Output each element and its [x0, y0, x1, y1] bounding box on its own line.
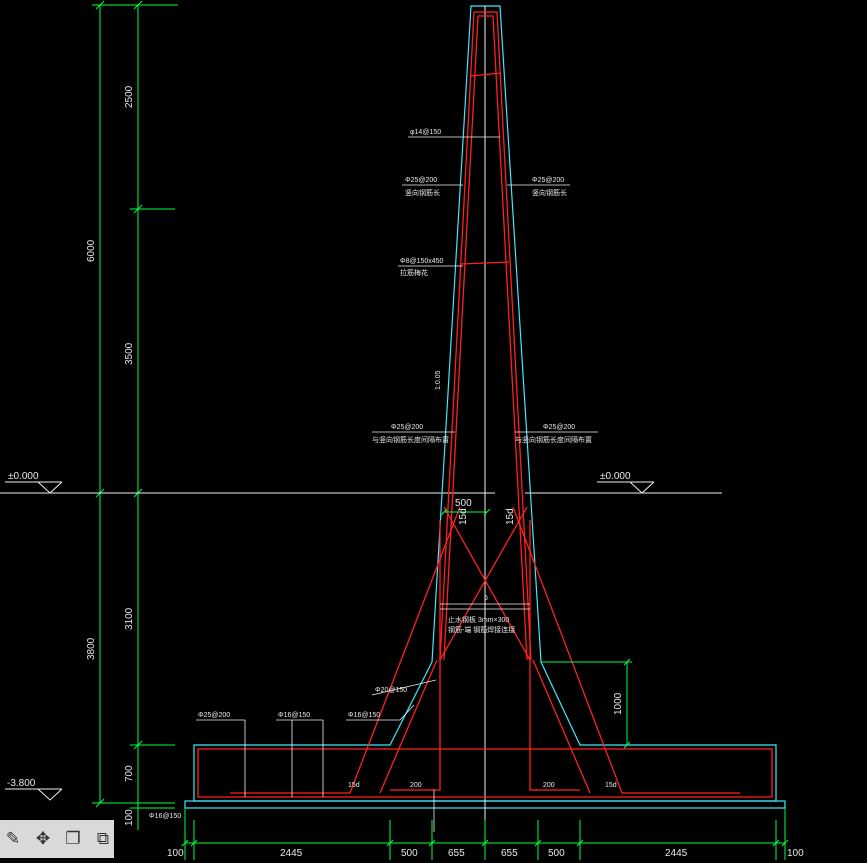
dim-bottom-7: 100: [787, 848, 804, 859]
left-dimension-lines: [92, 0, 178, 830]
label-15d-left: 15d: [348, 782, 360, 789]
move-icon[interactable]: ✥: [32, 828, 54, 850]
label-left-mid-note: 与竖向钢筋长度间隔布置: [372, 435, 449, 444]
dim-3100: 3100: [124, 607, 135, 630]
label-left-vert-note: 竖向钢筋长: [405, 188, 440, 197]
dim-3800: 3800: [86, 637, 97, 660]
dim-6000: 6000: [86, 239, 97, 262]
dim-bottom-3: 655: [448, 848, 465, 859]
copy-icon[interactable]: ❐: [62, 828, 84, 850]
level-left-zero: ±0.000: [8, 471, 39, 482]
dim-bottom-4: 655: [501, 848, 518, 859]
bottom-dimension-texts: 100 2445 500 655 655 500 2445 100: [167, 848, 804, 859]
label-left-vert: Φ25@200: [405, 177, 437, 184]
label-tie-note: 拉筋梅花: [400, 268, 428, 277]
dim-bottom-0: 100: [167, 848, 184, 859]
label-200-right: 200: [543, 782, 555, 789]
dim-bottom-5: 500: [548, 848, 565, 859]
edit-icon[interactable]: ✎: [2, 828, 24, 850]
label-base-mid: Φ16@150: [278, 712, 310, 719]
dim-1000: 1000: [613, 692, 624, 715]
dim-100: 100: [124, 809, 135, 826]
dim-700: 700: [124, 765, 135, 782]
floating-toolbar: ✎ ✥ ❐ ⧉: [0, 820, 114, 858]
ground-level-line: [0, 481, 722, 801]
dim-3500: 3500: [124, 342, 135, 365]
label-top-rebar: φ14@150: [410, 129, 441, 136]
dim-15d-left: 15d: [458, 508, 469, 525]
dim-wall-500: 500: [455, 498, 472, 509]
label-base-left: Φ25@200: [198, 712, 230, 719]
dim-bottom-2: 500: [401, 848, 418, 859]
paste-icon[interactable]: ⧉: [92, 828, 114, 850]
label-cross-b: 钢筋-端 钢筋焊接连接: [448, 625, 515, 634]
level-right-zero: ±0.000: [600, 471, 631, 482]
dim-bottom-1: 2445: [280, 848, 303, 859]
label-15d-right: 15d: [605, 782, 617, 789]
label-right-mid-note: 与竖向钢筋长度间隔布置: [515, 435, 592, 444]
label-sub: 5: [484, 595, 488, 602]
cad-drawing: 2500 6000 3500 3100 3800 700 100 ±0.000 …: [0, 0, 804, 860]
label-tie: Φ8@150x450: [400, 258, 444, 265]
label-200-left: 200: [410, 782, 422, 789]
label-right-vert: Φ25@200: [532, 177, 564, 184]
dim-bottom-6: 2445: [665, 848, 688, 859]
dim-15d-right: 15d: [505, 508, 516, 525]
label-right-vert-note: 竖向钢筋长: [532, 188, 567, 197]
label-cross-a: 止水钢板 3mm×300: [448, 615, 509, 624]
dim-2500: 2500: [124, 85, 135, 108]
label-haunch: Φ20@150: [375, 687, 407, 694]
label-left-mid: Φ25@200: [391, 424, 423, 431]
label-small-note: Φ16@150: [149, 813, 181, 820]
level-bottom: -3.800: [7, 778, 36, 789]
label-right-mid: Φ25@200: [543, 424, 575, 431]
leader-lines: [196, 136, 598, 832]
label-slope: 1:0.05: [435, 370, 442, 390]
label-base-mid2: Φ16@150: [348, 712, 380, 719]
